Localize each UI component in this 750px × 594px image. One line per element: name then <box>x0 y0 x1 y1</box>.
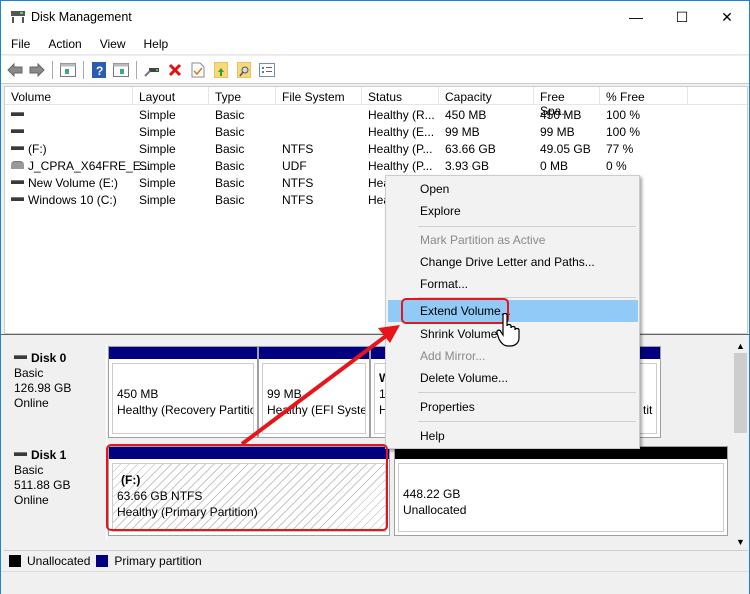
annotation-arrow <box>240 325 400 446</box>
hand-cursor-icon <box>496 313 520 347</box>
